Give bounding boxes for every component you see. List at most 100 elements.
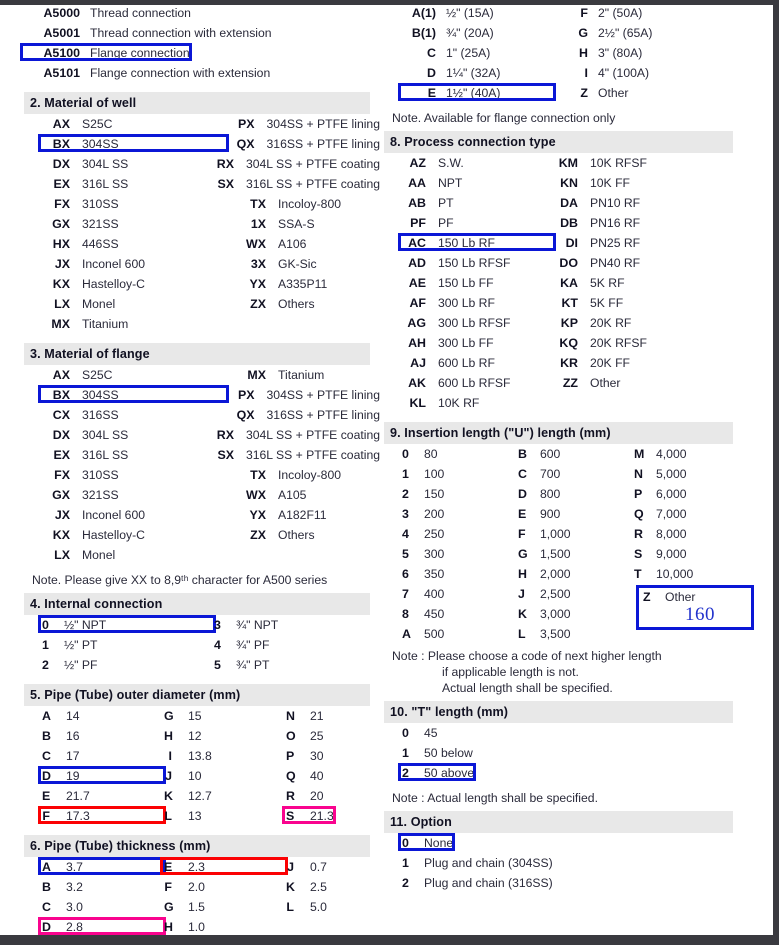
code-cell[interactable]: PF PF [402, 216, 554, 230]
code-cell[interactable]: TX Incoloy-800 [238, 197, 341, 211]
code-cell[interactable]: 3X GK-Sic [238, 257, 317, 271]
code-cell[interactable]: AX S25C [42, 368, 238, 382]
code-cell[interactable]: A 3.7 [38, 857, 166, 875]
code-cell[interactable]: 1 100 [402, 467, 518, 481]
code-cell[interactable]: QX 316SS + PTFE lining [227, 408, 380, 422]
code-cell[interactable]: KR 20K FF [554, 356, 630, 370]
code-cell[interactable]: Q 40 [286, 769, 324, 783]
code-cell[interactable]: KX Hastelloy-C [42, 277, 238, 291]
code-cell[interactable]: R 20 [286, 789, 324, 803]
code-cell[interactable]: BX 304SS [38, 134, 229, 152]
code-cell[interactable]: AC 150 Lb RF [398, 233, 556, 251]
code-cell[interactable]: 4 250 [402, 527, 518, 541]
code-cell[interactable]: DB PN16 RF [554, 216, 640, 230]
code-cell[interactable]: E 1½" (40A) [398, 83, 556, 101]
code-cell[interactable]: A 14 [42, 709, 164, 723]
code-cell[interactable]: B 16 [42, 729, 164, 743]
code-cell[interactable]: A5001 Thread connection with extension [24, 26, 271, 40]
code-cell[interactable]: O 25 [286, 729, 324, 743]
code-cell[interactable]: DA PN10 RF [554, 196, 640, 210]
code-cell[interactable]: L 5.0 [286, 900, 327, 914]
code-cell[interactable]: ZX Others [238, 528, 314, 542]
code-cell[interactable]: J 0.7 [286, 860, 327, 874]
code-cell[interactable]: KX Hastelloy-C [42, 528, 238, 542]
code-cell[interactable]: PX 304SS + PTFE lining [227, 117, 380, 131]
code-cell[interactable]: KM 10K RFSF [554, 156, 647, 170]
code-cell[interactable]: C 3.0 [42, 900, 164, 914]
code-cell[interactable]: I 4" (100A) [554, 66, 650, 80]
code-cell[interactable]: FX 310SS [42, 468, 238, 482]
code-cell[interactable]: H 3" (80A) [554, 46, 642, 60]
code-cell[interactable]: A5000 Thread connection [24, 6, 190, 20]
code-cell[interactable]: KQ 20K RFSF [554, 336, 647, 350]
code-cell[interactable]: E 2.3 [160, 857, 288, 875]
code-cell[interactable]: G 15 [164, 709, 286, 723]
code-cell[interactable]: CX 316SS [42, 408, 227, 422]
code-cell[interactable]: M 4,000 [634, 447, 687, 461]
code-cell[interactable]: 3 ¾" NPT [214, 618, 278, 632]
code-cell[interactable]: AK 600 Lb RFSF [402, 376, 554, 390]
code-cell[interactable]: J 10 [164, 769, 286, 783]
code-cell[interactable]: MX Titanium [42, 317, 238, 331]
code-cell[interactable]: C 1" (25A) [402, 46, 554, 60]
code-cell[interactable]: AA NPT [402, 176, 554, 190]
code-cell[interactable]: G 1,500 [518, 547, 634, 561]
code-cell[interactable]: F 2.0 [164, 880, 286, 894]
code-cell[interactable]: ZX Others [238, 297, 314, 311]
code-cell[interactable]: WX A106 [238, 237, 306, 251]
code-cell[interactable]: F 1,000 [518, 527, 634, 541]
code-cell[interactable]: Q 7,000 [634, 507, 687, 521]
code-cell[interactable]: 0 45 [402, 726, 438, 740]
code-cell[interactable]: 0 80 [402, 447, 518, 461]
code-cell[interactable]: E 900 [518, 507, 634, 521]
code-cell[interactable]: B 3.2 [42, 880, 164, 894]
code-cell[interactable]: C 17 [42, 749, 164, 763]
code-cell[interactable]: YX A182F11 [238, 508, 326, 522]
code-cell[interactable]: BX 304SS [38, 385, 229, 403]
code-cell[interactable]: SX 316L SS + PTFE coating [206, 177, 380, 191]
code-cell[interactable]: LX Monel [42, 548, 238, 562]
code-cell[interactable]: EX 316L SS [42, 448, 206, 462]
code-cell[interactable]: AD 150 Lb RFSF [402, 256, 554, 270]
code-cell[interactable]: LX Monel [42, 297, 238, 311]
code-cell[interactable]: H 12 [164, 729, 286, 743]
code-cell[interactable]: AJ 600 Lb RF [402, 356, 554, 370]
code-cell[interactable]: 2 Plug and chain (316SS) [402, 876, 553, 890]
code-cell[interactable]: K 2.5 [286, 880, 327, 894]
code-cell[interactable]: GX 321SS [42, 488, 238, 502]
code-cell[interactable]: KN 10K FF [554, 176, 630, 190]
code-cell[interactable]: R 8,000 [634, 527, 687, 541]
code-cell[interactable]: K 3,000 [518, 607, 634, 621]
code-cell[interactable]: SX 316L SS + PTFE coating [206, 448, 380, 462]
code-cell[interactable]: Z Other [639, 590, 751, 604]
code-cell[interactable]: ZZ Other [554, 376, 621, 390]
code-cell[interactable]: H 1.0 [164, 920, 286, 934]
code-cell[interactable]: RX 304L SS + PTFE coating [206, 157, 380, 171]
code-cell[interactable]: 2 50 above [397, 763, 477, 781]
code-cell[interactable]: K 12.7 [164, 789, 286, 803]
code-cell[interactable]: D 1¼" (32A) [402, 66, 554, 80]
code-cell[interactable]: AF 300 Lb RF [402, 296, 554, 310]
code-cell[interactable]: PX 304SS + PTFE lining [227, 388, 380, 402]
code-cell[interactable]: JX Inconel 600 [42, 257, 238, 271]
code-cell[interactable]: L 3,500 [518, 627, 634, 641]
code-cell[interactable]: A 500 [402, 627, 518, 641]
code-cell[interactable]: F 2" (50A) [554, 6, 642, 20]
code-cell[interactable]: 8 450 [402, 607, 518, 621]
code-cell[interactable]: B 600 [518, 447, 634, 461]
code-cell[interactable]: A(1) ½" (15A) [402, 6, 554, 20]
code-cell[interactable]: Z Other [554, 86, 628, 100]
code-cell[interactable]: 1 50 below [402, 746, 473, 760]
code-cell[interactable]: D 2.8 [38, 917, 166, 935]
code-cell[interactable]: H 2,000 [518, 567, 634, 581]
code-cell[interactable]: AB PT [402, 196, 554, 210]
code-cell[interactable]: MX Titanium [238, 368, 324, 382]
code-cell[interactable]: N 21 [286, 709, 324, 723]
code-cell[interactable]: DX 304L SS [42, 157, 206, 171]
code-cell[interactable]: GX 321SS [42, 217, 238, 231]
code-cell[interactable]: KA 5K RF [554, 276, 624, 290]
code-cell[interactable]: DI PN25 RF [554, 236, 641, 250]
code-cell[interactable]: 5 300 [402, 547, 518, 561]
code-cell[interactable]: JX Inconel 600 [42, 508, 238, 522]
code-cell[interactable]: D 800 [518, 487, 634, 501]
